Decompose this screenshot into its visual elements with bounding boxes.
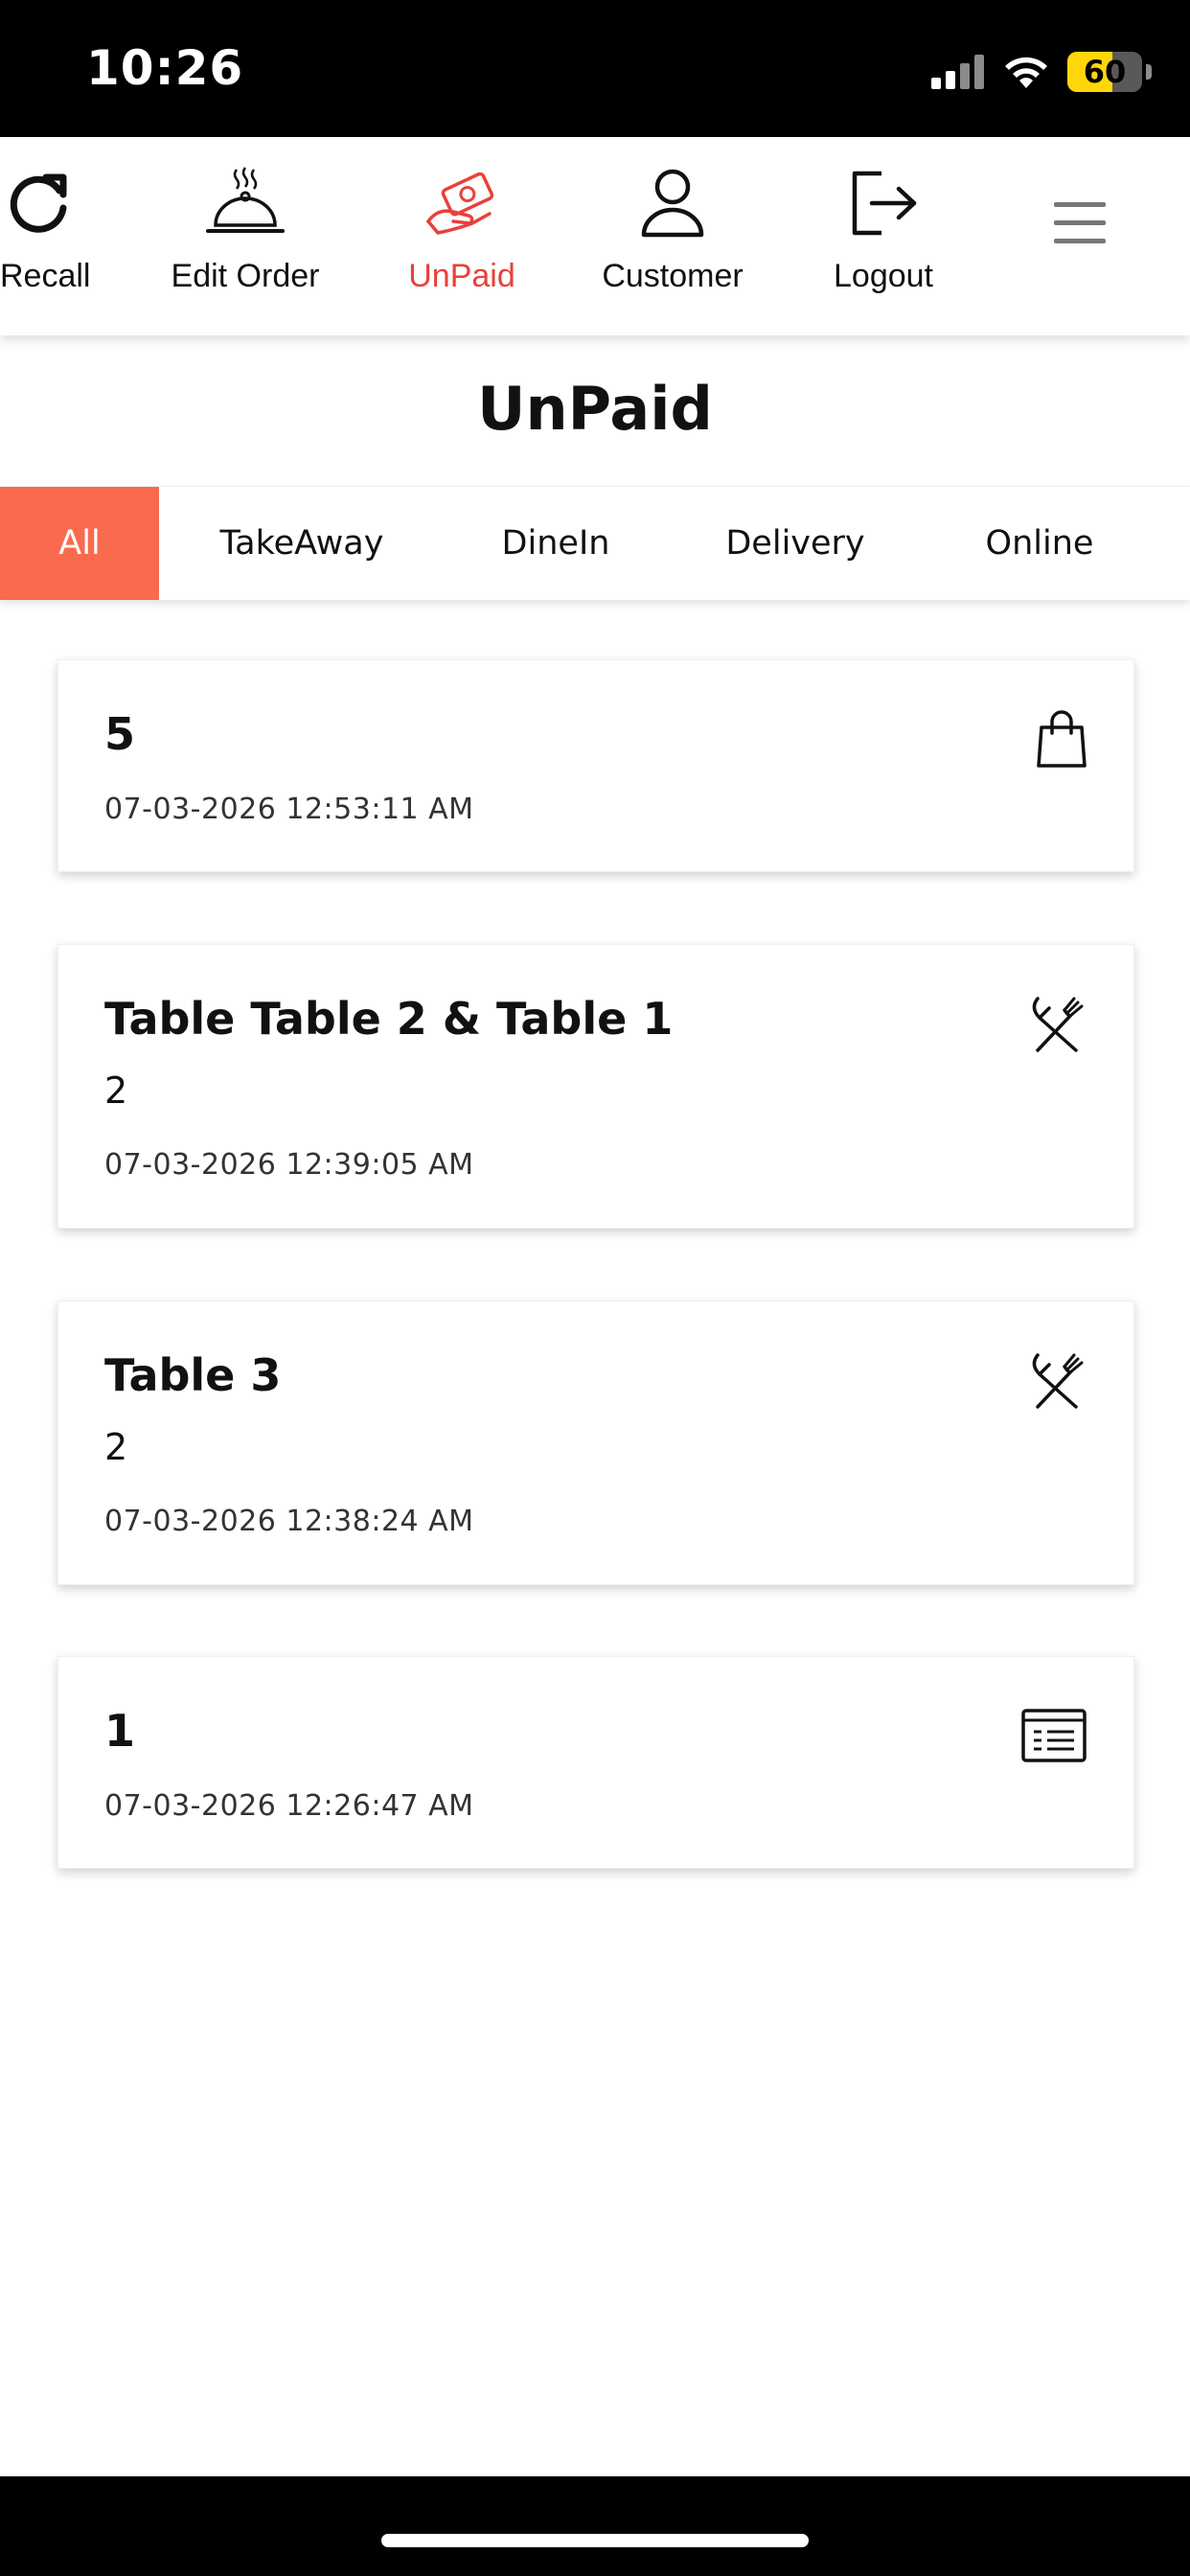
cash-hand-icon <box>426 172 494 235</box>
order-title: Table 3 <box>104 1349 282 1401</box>
fork-spoon-icon <box>1032 997 1084 1052</box>
cellular-signal-icon <box>931 55 984 89</box>
nav-customer[interactable]: Customer <box>577 164 768 295</box>
top-nav: Recall Edit Order UnPaid Customer Logout <box>0 137 1190 335</box>
order-guest-count: 2 <box>104 1426 128 1468</box>
refresh-icon <box>10 173 67 233</box>
nav-recall[interactable]: Recall <box>0 164 134 295</box>
nav-logout-label: Logout <box>834 258 933 294</box>
shopping-bag-icon <box>1037 710 1087 768</box>
nav-logout[interactable]: Logout <box>788 164 979 295</box>
order-timestamp: 07-03-2026 12:38:24 AM <box>104 1505 474 1538</box>
order-card[interactable]: 5 07-03-2026 12:53:11 AM <box>57 659 1134 872</box>
tab-online[interactable]: Online <box>949 487 1131 600</box>
nav-recall-label: Recall <box>0 258 91 294</box>
battery-icon: 60 <box>1067 52 1152 92</box>
receipt-list-icon <box>1021 1709 1087 1762</box>
hamburger-menu-icon[interactable] <box>1054 202 1106 244</box>
filter-tabs: All TakeAway DineIn Delivery Online <box>0 486 1190 600</box>
serving-cloche-icon <box>206 167 285 233</box>
status-time: 10:26 <box>86 40 244 96</box>
order-card[interactable]: Table 3 2 07-03-2026 12:38:24 AM <box>57 1300 1134 1585</box>
order-card[interactable]: Table Table 2 & Table 1 2 07-03-2026 12:… <box>57 944 1134 1229</box>
tab-all[interactable]: All <box>0 487 159 600</box>
nav-unpaid-label: UnPaid <box>408 258 515 294</box>
tab-dinein[interactable]: DineIn <box>460 487 652 600</box>
nav-customer-label: Customer <box>602 258 744 294</box>
fork-spoon-icon <box>1032 1353 1084 1409</box>
status-icons: 60 <box>931 48 1152 96</box>
page-title: UnPaid <box>477 374 713 444</box>
user-icon <box>641 169 704 238</box>
home-bar <box>0 2476 1190 2576</box>
nav-edit-order-label: Edit Order <box>171 258 320 294</box>
tab-delivery[interactable]: Delivery <box>699 487 891 600</box>
wifi-icon <box>1005 57 1047 88</box>
order-title: 1 <box>104 1705 136 1757</box>
order-timestamp: 07-03-2026 12:39:05 AM <box>104 1148 474 1182</box>
battery-percentage: 60 <box>1083 54 1127 90</box>
logout-icon <box>852 171 917 236</box>
order-timestamp: 07-03-2026 12:53:11 AM <box>104 793 474 826</box>
nav-unpaid[interactable]: UnPaid <box>366 164 558 295</box>
status-bar: 10:26 60 <box>0 0 1190 137</box>
order-guest-count: 2 <box>104 1070 128 1112</box>
order-card[interactable]: 1 07-03-2026 12:26:47 AM <box>57 1656 1134 1869</box>
tab-takeaway[interactable]: TakeAway <box>192 487 412 600</box>
order-title: 5 <box>104 708 136 760</box>
nav-edit-order[interactable]: Edit Order <box>149 164 341 295</box>
order-timestamp: 07-03-2026 12:26:47 AM <box>104 1789 474 1823</box>
home-indicator[interactable] <box>381 2534 809 2547</box>
order-title: Table Table 2 & Table 1 <box>104 993 674 1045</box>
